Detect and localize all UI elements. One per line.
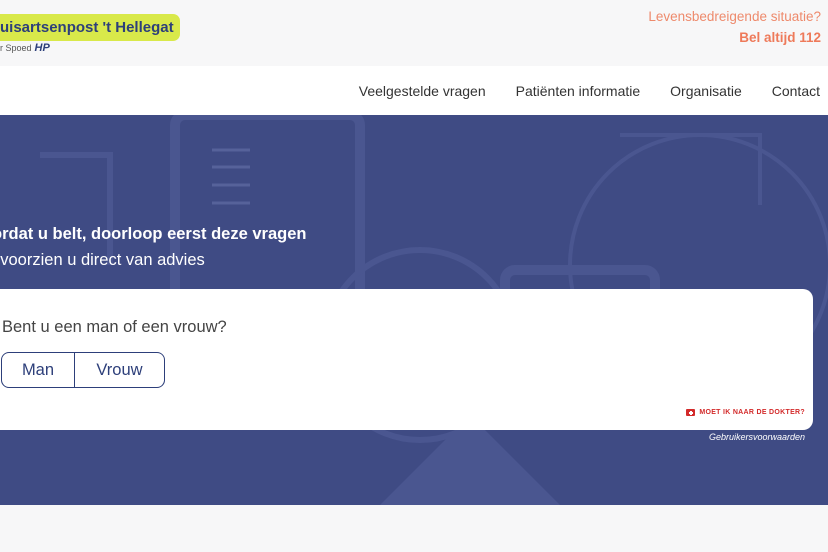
emergency-question: Levensbedreigende situatie? (648, 9, 821, 24)
logo-text: uisartsenpost 't Hellegat (0, 19, 174, 36)
nav-item-patient-info[interactable]: Patiënten informatie (516, 83, 641, 99)
hp-logo-icon: HP (34, 42, 50, 54)
first-aid-kit-icon (686, 409, 696, 416)
terms-link[interactable]: Gebruikersvoorwaarden (709, 432, 805, 442)
nav-item-contact[interactable]: Contact (772, 83, 820, 99)
question-card: Bent u een man of een vrouw? Man Vrouw M… (0, 289, 813, 430)
woman-button[interactable]: Vrouw (75, 352, 165, 388)
doctor-check-link[interactable]: MOET IK NAAR DE DOKTER? (686, 409, 805, 416)
man-button[interactable]: Man (1, 352, 75, 388)
hero-subtitle: j voorzien u direct van advies (0, 251, 205, 269)
nav-item-faq[interactable]: Veelgestelde vragen (359, 83, 486, 99)
logo-tagline: r Spoed (0, 43, 32, 53)
main-nav: Veelgestelde vragen Patiënten informatie… (0, 66, 828, 115)
logo[interactable]: uisartsenpost 't Hellegat (0, 14, 180, 41)
gender-options: Man Vrouw (1, 352, 165, 388)
question-text: Bent u een man of een vrouw? (2, 318, 227, 336)
emergency-call-link[interactable]: Bel altijd 112 (648, 30, 821, 45)
hero-title: ordat u belt, doorloop eerst deze vragen (0, 225, 307, 243)
doctor-check-label: MOET IK NAAR DE DOKTER? (699, 409, 805, 416)
nav-item-organisation[interactable]: Organisatie (670, 83, 742, 99)
logo-subtitle: r Spoed HP (0, 42, 50, 54)
top-bar: uisartsenpost 't Hellegat r Spoed HP Lev… (0, 0, 828, 66)
emergency-notice: Levensbedreigende situatie? Bel altijd 1… (648, 9, 821, 45)
